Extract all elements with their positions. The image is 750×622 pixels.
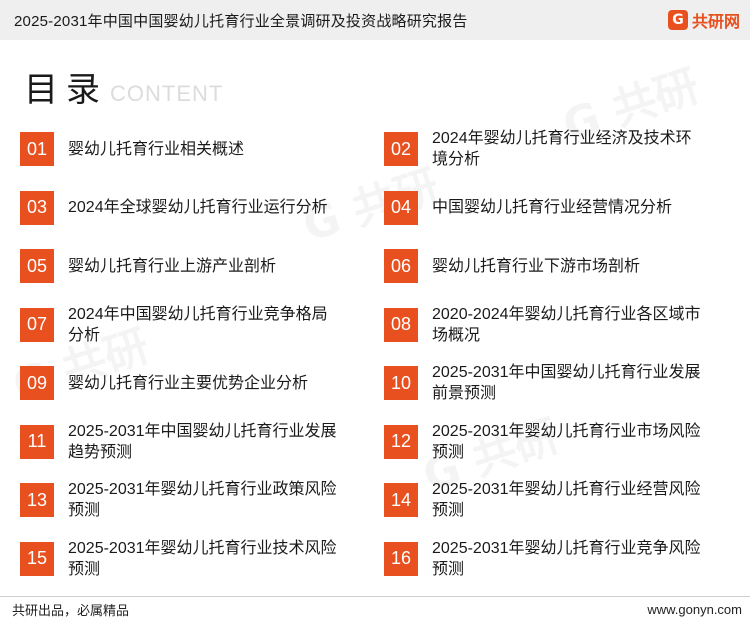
toc-title: 目录	[24, 71, 108, 109]
toc-item[interactable]: 13 2025-2031年婴幼儿托育行业政策风险预测	[20, 471, 384, 530]
brand-logo: G 共研网	[667, 8, 740, 32]
toc-item-number: 16	[384, 541, 418, 576]
toc-item-number: 10	[384, 366, 418, 401]
toc-item[interactable]: 12 2025-2031年婴幼儿托育行业市场风险预测	[384, 413, 720, 472]
g-logo-icon: G	[667, 10, 688, 30]
toc-item-label: 婴幼儿托育行业下游市场剖析	[432, 257, 641, 275]
toc-item-label: 2025-2031年婴幼儿托育行业政策风险预测	[68, 481, 337, 520]
toc-item-label: 婴幼儿托育行业上游产业剖析	[68, 257, 277, 275]
toc-item-label: 2025-2031年婴幼儿托育行业市场风险预测	[432, 422, 701, 461]
toc-item-number: 11	[20, 424, 54, 459]
header-bar: 2025-2031年中国中国婴幼儿托育行业全景调研及投资战略研究报告 G 共研网	[0, 0, 750, 40]
toc-item-number: 01	[20, 132, 54, 167]
toc-item[interactable]: 11 2025-2031年中国婴幼儿托育行业发展趋势预测	[20, 413, 384, 472]
toc-item-label: 2025-2031年婴幼儿托育行业经营风险预测	[432, 481, 701, 520]
toc-item-label: 2024年婴幼儿托育行业经济及技术环境分析	[432, 130, 692, 169]
toc-item-number: 02	[384, 132, 418, 167]
toc-item-number: 08	[384, 307, 418, 342]
toc-item-number: 04	[384, 190, 418, 225]
toc-item-label: 2024年中国婴幼儿托育行业竞争格局分析	[68, 305, 328, 344]
toc-item-number: 13	[20, 483, 54, 518]
toc-item-number: 05	[20, 249, 54, 284]
toc-item-label: 婴幼儿托育行业相关概述	[68, 140, 245, 158]
toc-item[interactable]: 01 婴幼儿托育行业相关概述	[20, 120, 384, 179]
toc-item-number: 14	[384, 483, 418, 518]
toc-item[interactable]: 15 2025-2031年婴幼儿托育行业技术风险预测	[20, 530, 384, 589]
toc-item-label: 2020-2024年婴幼儿托育行业各区域市场概况	[432, 305, 701, 344]
toc-item[interactable]: 05 婴幼儿托育行业上游产业剖析	[20, 237, 384, 296]
toc-item[interactable]: 07 2024年中国婴幼儿托育行业竞争格局分析	[20, 296, 384, 355]
toc-item[interactable]: 06 婴幼儿托育行业下游市场剖析	[384, 237, 720, 296]
toc-item-number: 06	[384, 249, 418, 284]
brand-logo-text: 共研网	[691, 14, 740, 31]
toc-item[interactable]: 03 2024年全球婴幼儿托育行业运行分析	[20, 179, 384, 238]
toc-item-number: 03	[20, 190, 54, 225]
toc-list: 01 婴幼儿托育行业相关概述 02 2024年婴幼儿托育行业经济及技术环境分析 03 20…	[20, 120, 720, 588]
toc-item-label: 2025-2031年中国婴幼儿托育行业发展趋势预测	[68, 422, 337, 461]
toc-item[interactable]: 09 婴幼儿托育行业主要优势企业分析	[20, 354, 384, 413]
footer-bar: 共研出品，必属精品 www.gonyn.com	[0, 596, 750, 622]
toc-item-label: 中国婴幼儿托育行业经营情况分析	[432, 199, 673, 217]
toc-subtitle: CONTENT	[110, 81, 224, 106]
toc-item[interactable]: 04 中国婴幼儿托育行业经营情况分析	[384, 179, 720, 238]
toc-item[interactable]: 02 2024年婴幼儿托育行业经济及技术环境分析	[384, 120, 720, 179]
toc-item-label: 2024年全球婴幼儿托育行业运行分析	[68, 199, 328, 217]
toc-item[interactable]: 14 2025-2031年婴幼儿托育行业经营风险预测	[384, 471, 720, 530]
document-title: 2025-2031年中国中国婴幼儿托育行业全景调研及投资战略研究报告	[14, 12, 468, 30]
toc-item[interactable]: 16 2025-2031年婴幼儿托育行业竞争风险预测	[384, 530, 720, 589]
toc-item-number: 12	[384, 424, 418, 459]
toc-item[interactable]: 10 2025-2031年中国婴幼儿托育行业发展前景预测	[384, 354, 720, 413]
footer-slogan: 共研出品，必属精品	[12, 603, 130, 618]
toc-item-label: 2025-2031年中国婴幼儿托育行业发展前景预测	[432, 364, 701, 403]
toc-item-label: 2025-2031年婴幼儿托育行业技术风险预测	[68, 539, 337, 578]
footer-url: www.gonyn.com	[647, 602, 742, 617]
toc-item-number: 07	[20, 307, 54, 342]
toc-item-label: 2025-2031年婴幼儿托育行业竞争风险预测	[432, 539, 701, 578]
toc-item-number: 15	[20, 541, 54, 576]
toc-item-label: 婴幼儿托育行业主要优势企业分析	[68, 374, 309, 392]
toc-item[interactable]: 08 2020-2024年婴幼儿托育行业各区域市场概况	[384, 296, 720, 355]
toc-heading: 目录 CONTENT	[24, 62, 223, 111]
toc-item-number: 09	[20, 366, 54, 401]
